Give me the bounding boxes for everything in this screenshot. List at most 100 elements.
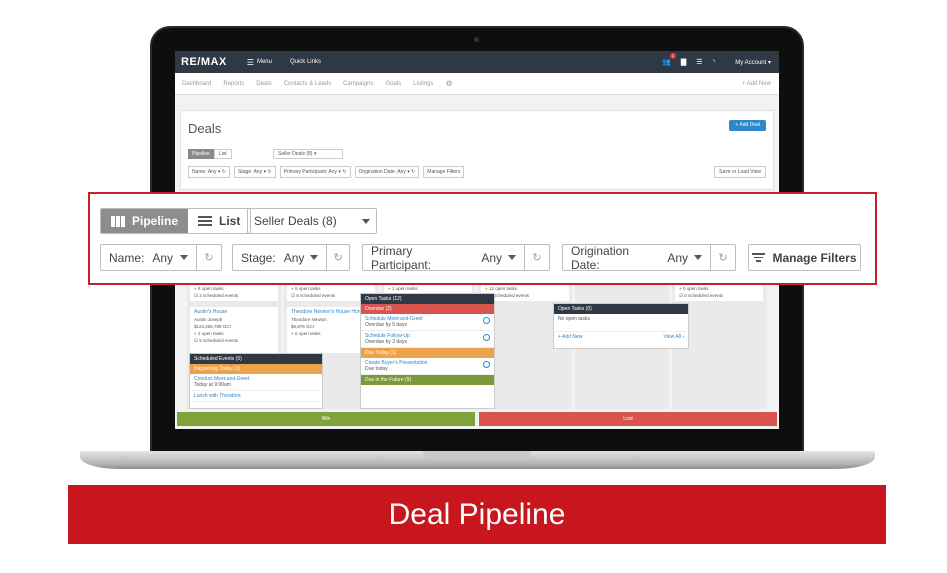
popup-header: Open Tasks (0) — [554, 304, 688, 314]
save-load-view-button[interactable]: Save or Load View — [714, 166, 766, 178]
nav-goals[interactable]: Goals — [385, 81, 401, 87]
name-filter[interactable]: Name: Any ↻ — [100, 244, 222, 271]
origination-filter-small[interactable]: Origination Date: Any ▾ ↻ — [354, 166, 420, 178]
reset-icon[interactable]: ↻ — [525, 245, 549, 270]
add-deal-button[interactable]: + Add Deal — [729, 120, 766, 131]
reset-icon[interactable]: ↻ — [197, 245, 221, 270]
filter-label: Primary Participant: — [371, 243, 432, 272]
complete-task-checkbox[interactable] — [483, 334, 490, 341]
card-tasks: 0 open tasks — [682, 286, 709, 291]
add-task-button[interactable]: + Add New — [558, 334, 582, 340]
card-tasks: 0 open tasks — [294, 331, 321, 336]
nav-contacts-leads[interactable]: Contacts & Leads — [284, 81, 331, 87]
event-item[interactable]: Conduct Meet-and-Greet Today at 9:00am — [190, 374, 322, 391]
card-tasks: 8 open tasks — [197, 286, 224, 291]
popup-header: Scheduled Events (5) — [190, 354, 322, 364]
chat-icon[interactable]: ▇ — [681, 58, 686, 66]
event-name[interactable]: Lunch with Theodore — [194, 393, 318, 399]
list-view-label: List — [219, 214, 241, 228]
name-filter-select[interactable]: Name: Any — [101, 245, 197, 270]
lost-drop-zone[interactable]: Lost — [479, 412, 777, 426]
list-view-button-small[interactable]: List — [213, 149, 232, 159]
top-bar: RE/MAX ☰ Menu Quick Links 👥 2 ▇ ☰ ◝ My A… — [175, 51, 779, 73]
list-icon[interactable]: ☰ — [696, 58, 702, 66]
page-title: Deals — [188, 121, 222, 136]
task-item[interactable]: Schedule Follow-Up Overdue by 3 days — [361, 331, 494, 348]
deal-card-person: Theodore Newton — [291, 317, 327, 322]
nav-reports[interactable]: Reports — [223, 81, 244, 87]
manage-filters-label: Manage Filters — [772, 250, 857, 265]
name-filter-small[interactable]: Name: Any ▾ ↻ — [188, 166, 230, 178]
gear-icon[interactable]: ⚙ — [445, 79, 452, 88]
primary-participant-filter[interactable]: Primary Participant: Any ↻ — [362, 243, 550, 272]
deal-card-title[interactable]: Austin's House — [194, 309, 274, 316]
filter-value: Any — [481, 250, 502, 265]
deal-type-value-small: Seller Deals (8) — [278, 151, 313, 157]
my-account-menu[interactable]: My Account ▾ — [735, 59, 771, 66]
filters-small: Name: Any ▾ ↻ Stage: Any ▾ ↻ Primary Par… — [188, 166, 465, 178]
menu-button[interactable]: ☰ Menu — [247, 58, 272, 67]
deals-panel: Deals + Add Deal Pipeline List Seller De… — [180, 110, 774, 190]
filter-value: Any — [397, 169, 406, 175]
filter-value: Any — [667, 250, 688, 265]
complete-task-checkbox[interactable] — [483, 317, 490, 324]
card-events: 3 scheduled events — [199, 293, 239, 298]
deal-type-value: Seller Deals (8) — [254, 214, 337, 228]
empty-text: No open tasks — [554, 314, 688, 332]
happening-today-header: Happening Today (2) — [190, 364, 322, 374]
add-new-button[interactable]: + Add New — [742, 81, 771, 87]
open-tasks-popup: Open Tasks (12) Overdue (2) Schedule Mee… — [360, 293, 495, 409]
task-due: Overdue by 5 days — [365, 322, 407, 328]
card-stats: ● 8 open tasks ☑ 3 scheduled events — [190, 283, 278, 301]
event-item[interactable]: Lunch with Theodore — [190, 391, 322, 402]
quick-links-button[interactable]: Quick Links — [290, 59, 321, 65]
menu-label: Menu — [256, 59, 272, 65]
chevron-down-icon — [694, 255, 702, 260]
deal-card-person: Austin Joseph — [194, 317, 223, 322]
filter-value: Any — [152, 250, 174, 265]
card-stats: ● 0 open tasks ☑ 0 scheduled events — [675, 283, 763, 301]
users-icon: 👥 — [662, 59, 671, 66]
feed-icon[interactable]: ◝ — [713, 58, 716, 66]
chevron-down-icon — [362, 218, 370, 224]
deal-type-select-small[interactable]: Seller Deals (8) ▾ — [273, 149, 343, 159]
chevron-down-icon — [310, 255, 319, 260]
hamburger-icon: ☰ — [246, 57, 254, 67]
task-item[interactable]: Schedule Meet-and-Greet Overdue by 5 day… — [361, 314, 494, 331]
manage-filters-button[interactable]: Manage Filters — [748, 244, 861, 271]
filter-label: Name: — [192, 169, 207, 175]
deal-type-select[interactable]: Seller Deals (8) — [247, 208, 377, 234]
filter-label: Primary Participant: — [283, 169, 328, 175]
list-view-button[interactable]: List — [188, 209, 251, 233]
deal-card-amount: $123,456,789 GCI — [194, 324, 231, 329]
primary-participant-select[interactable]: Primary Participant: Any — [363, 243, 525, 272]
nav-campaigns[interactable]: Campaigns — [343, 81, 373, 87]
stage-filter-small[interactable]: Stage: Any ▾ ↻ — [233, 166, 276, 178]
deal-card-title[interactable]: Theodore Newton's House Hunt — [291, 309, 371, 316]
pipeline-view-button[interactable]: Pipeline — [101, 209, 189, 233]
win-drop-zone[interactable]: Win — [177, 412, 475, 426]
pipeline-view-button-small[interactable]: Pipeline — [188, 149, 214, 159]
list-icon — [198, 216, 213, 226]
deal-card-austin[interactable]: Austin's House Austin Joseph $123,456,78… — [190, 307, 278, 353]
contacts-notification-button[interactable]: 👥 2 — [662, 53, 676, 66]
stage-filter[interactable]: Stage: Any ↻ — [232, 244, 350, 271]
zoomed-toolbar-callout: Pipeline List Seller Deals (8) Name: Any… — [88, 192, 877, 285]
my-account-label: My Account — [735, 59, 767, 66]
camera-icon — [474, 37, 479, 42]
nav-dashboard[interactable]: Dashboard — [182, 81, 211, 87]
reset-icon[interactable]: ↻ — [711, 245, 735, 270]
view-all-link[interactable]: View All › — [664, 334, 684, 340]
filter-label: Stage: — [241, 250, 276, 265]
stage-filter-select[interactable]: Stage: Any — [233, 245, 328, 270]
reset-icon[interactable]: ↻ — [327, 245, 349, 270]
nav-deals[interactable]: Deals — [256, 81, 271, 87]
task-item[interactable]: Create Buyer's Presentation Due today — [361, 358, 494, 375]
card-tasks: 9 open tasks — [294, 286, 321, 291]
origination-date-filter[interactable]: Origination Date: Any ↻ — [562, 244, 736, 272]
origination-date-select[interactable]: Origination Date: Any — [563, 244, 711, 272]
nav-listings[interactable]: Listings — [413, 81, 433, 87]
participant-filter-small[interactable]: Primary Participant: Any ▾ ↻ — [279, 166, 351, 178]
manage-filters-button-small[interactable]: Manage Filters — [423, 166, 465, 178]
complete-task-checkbox[interactable] — [483, 361, 490, 368]
